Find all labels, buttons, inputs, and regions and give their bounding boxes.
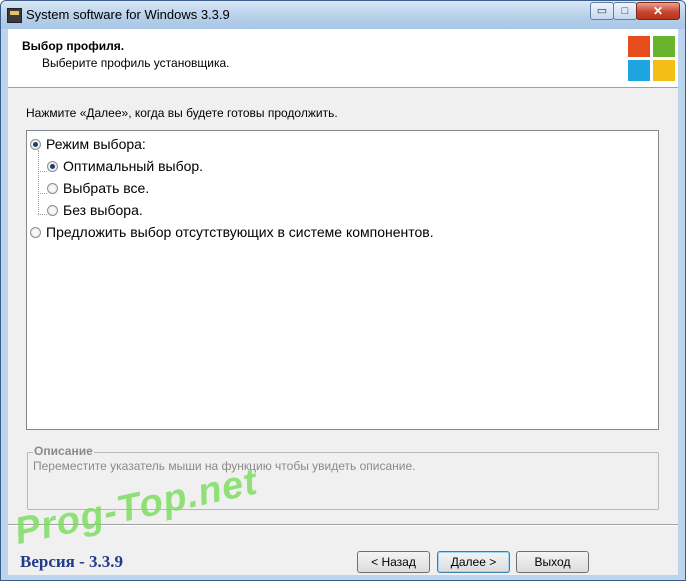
- back-button[interactable]: < Назад: [357, 551, 430, 573]
- option-no-selection[interactable]: Без выбора.: [47, 202, 143, 218]
- option-mode-label: Режим выбора:: [46, 136, 146, 152]
- radio-suggest-missing[interactable]: [30, 226, 41, 238]
- radio-select-all[interactable]: [47, 182, 58, 194]
- option-optimal-label: Оптимальный выбор.: [63, 158, 204, 174]
- option-mode[interactable]: Режим выбора:: [30, 136, 146, 152]
- option-select-all[interactable]: Выбрать все.: [47, 180, 149, 196]
- installer-window: System software for Windows 3.3.9 ▭ □ ✕ …: [0, 0, 686, 581]
- option-no-selection-label: Без выбора.: [63, 202, 143, 218]
- option-suggest-missing-label: Предложить выбор отсутствующих в системе…: [46, 224, 434, 240]
- description-legend: Описание: [33, 444, 94, 458]
- wizard-header: Выбор профиля. Выберите профиль установщ…: [8, 29, 678, 88]
- option-select-all-label: Выбрать все.: [63, 180, 150, 196]
- radio-no-selection[interactable]: [47, 204, 58, 216]
- instruction-text: Нажмите «Далее», когда вы будете готовы …: [26, 106, 338, 120]
- profile-options-tree: Режим выбора: Оптимальный выбор. Выбрать…: [26, 130, 659, 430]
- version-label: Версия - 3.3.9: [20, 552, 124, 571]
- minimize-button[interactable]: ▭: [590, 2, 614, 20]
- title-bar[interactable]: System software for Windows 3.3.9 ▭ □ ✕: [1, 1, 685, 29]
- tree-connector: [38, 214, 47, 215]
- tree-connector: [38, 150, 39, 214]
- window-title: System software for Windows 3.3.9: [26, 7, 230, 22]
- radio-optimal[interactable]: [47, 160, 58, 172]
- wizard-body: Выбор профиля. Выберите профиль установщ…: [8, 29, 678, 575]
- page-subtitle: Выберите профиль установщика.: [42, 56, 230, 70]
- tree-connector: [38, 193, 47, 194]
- tree-connector: [38, 171, 47, 172]
- close-button[interactable]: ✕: [636, 2, 680, 20]
- option-suggest-missing[interactable]: Предложить выбор отсутствующих в системе…: [30, 224, 434, 240]
- exit-button[interactable]: Выход: [516, 551, 589, 573]
- app-icon: [7, 8, 22, 23]
- page-title: Выбор профиля.: [22, 39, 125, 53]
- next-button[interactable]: Далее >: [437, 551, 510, 573]
- radio-mode[interactable]: [30, 138, 41, 150]
- windows-logo-icon: [628, 36, 676, 82]
- maximize-button[interactable]: □: [613, 2, 637, 20]
- option-optimal[interactable]: Оптимальный выбор.: [47, 158, 203, 174]
